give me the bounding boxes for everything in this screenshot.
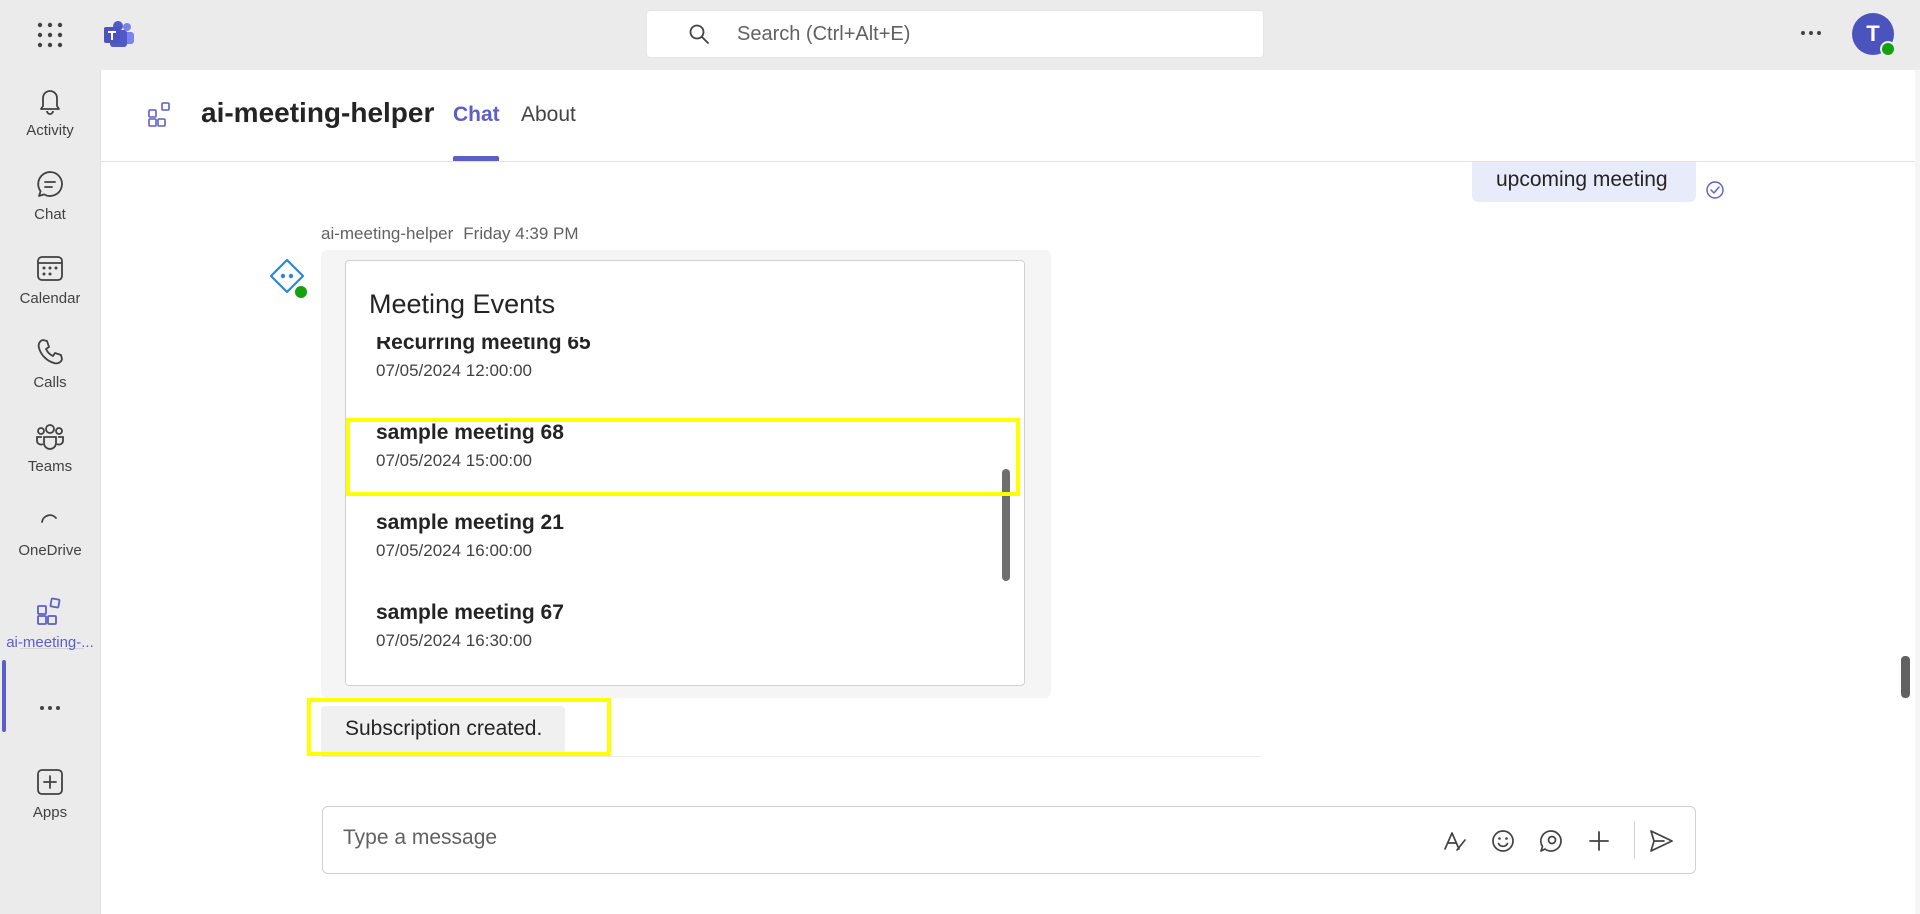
app-header: ai-meeting-helper Chat About [101, 70, 1915, 162]
rail-label-activity: Activity [26, 122, 74, 139]
event-item[interactable]: sample meeting 21 07/05/2024 16:00:00 [376, 511, 976, 561]
top-bar: T [0, 0, 1920, 70]
send-icon[interactable] [1647, 827, 1675, 855]
rail-item-calls[interactable]: Calls [0, 336, 100, 416]
read-receipt-icon [1706, 181, 1724, 199]
rail-item-calendar[interactable]: Calendar [0, 252, 100, 332]
app-icon [37, 597, 61, 625]
event-name: Recurring meeting 65 [376, 337, 591, 354]
message-input[interactable] [341, 825, 1341, 851]
event-date: 07/05/2024 12:00:00 [376, 361, 532, 380]
rail-label-onedrive: OneDrive [18, 542, 82, 559]
presence-available-icon [1880, 41, 1896, 57]
format-icon[interactable] [1441, 827, 1469, 855]
search-icon [689, 24, 709, 44]
sender-name: ai-meeting-helper [321, 224, 454, 243]
teams-logo-icon[interactable] [102, 18, 136, 52]
page-title: ai-meeting-helper [201, 97, 435, 128]
event-item[interactable]: sample meeting 67 07/05/2024 16:30:00 [376, 601, 976, 651]
rail-label-calendar: Calendar [19, 290, 81, 307]
event-name: sample meeting 21 [376, 511, 564, 534]
rail-label-ai-meeting-helper: ai-meeting-... [6, 634, 94, 651]
event-name: sample meeting 67 [376, 601, 564, 624]
rail-label-apps: Apps [32, 804, 68, 821]
app-rail: Activity Chat Calendar Calls Teams OneDr… [0, 70, 100, 914]
rail-item-chat[interactable]: Chat [0, 168, 100, 248]
add-app-icon [37, 769, 63, 795]
event-item[interactable]: Recurring meeting 65 07/05/2024 12:00:00 [376, 337, 976, 381]
cloud-icon [41, 514, 57, 523]
message-meta: ai-meeting-helper Friday 4:39 PM [321, 224, 579, 244]
main-panel: ai-meeting-helper Chat About upcoming me… [100, 70, 1915, 914]
active-tab-indicator [453, 156, 499, 161]
event-date: 07/05/2024 16:30:00 [376, 631, 532, 650]
app-launcher-icon[interactable] [34, 19, 66, 51]
bot-presence-icon [293, 284, 309, 300]
compose-box[interactable] [322, 806, 1696, 874]
search-box[interactable] [646, 10, 1264, 58]
event-date: 07/05/2024 16:00:00 [376, 541, 532, 560]
phone-icon [37, 339, 63, 365]
tab-about[interactable]: About [521, 103, 576, 127]
message-divider [321, 756, 1261, 757]
rail-label-chat: Chat [34, 206, 66, 223]
user-avatar[interactable]: T [1852, 13, 1896, 57]
bell-icon [40, 90, 60, 115]
tab-chat[interactable]: Chat [453, 103, 500, 127]
more-options-icon[interactable] [1796, 18, 1826, 48]
message-timestamp: Friday 4:39 PM [463, 224, 579, 243]
rail-item-ai-meeting-helper[interactable]: ai-meeting-... [0, 596, 100, 676]
emoji-icon[interactable] [1489, 827, 1517, 855]
event-item-clipped: Recurring meeting 65 07/05/2024 12:00:00 [346, 337, 1024, 381]
plus-icon[interactable] [1585, 827, 1613, 855]
rail-label-teams: Teams [27, 458, 73, 475]
teams-icon [36, 424, 64, 450]
highlight-box [307, 698, 611, 756]
chat-icon [37, 171, 63, 197]
compose-separator [1634, 821, 1635, 859]
avatar-initial: T [1866, 21, 1880, 46]
app-header-icon [148, 102, 170, 127]
card-title: Meeting Events [369, 289, 556, 319]
rail-label-calls: Calls [33, 374, 67, 391]
chat-scrollbar[interactable] [1901, 656, 1910, 698]
calendar-icon [37, 256, 63, 281]
rail-item-onedrive[interactable]: OneDrive [0, 504, 100, 584]
rail-item-activity[interactable]: Activity [0, 84, 100, 164]
highlight-box [346, 418, 1020, 496]
more-apps-icon[interactable] [34, 692, 66, 724]
loop-icon[interactable] [1537, 827, 1565, 855]
rail-item-apps[interactable]: Apps [0, 766, 100, 846]
sent-message-bubble[interactable]: upcoming meeting [1472, 162, 1696, 202]
search-input[interactable] [735, 21, 1215, 47]
rail-item-teams[interactable]: Teams [0, 420, 100, 500]
